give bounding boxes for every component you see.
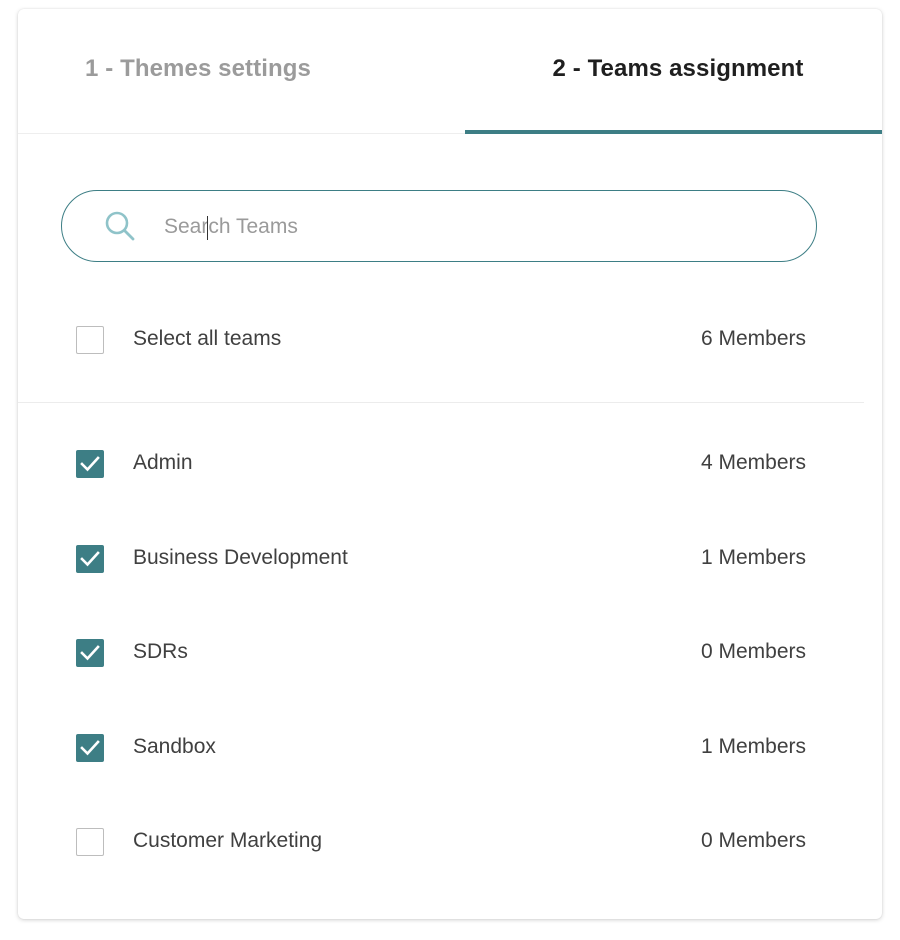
tab-teams-assignment[interactable]: 2 - Teams assignment [450,9,882,134]
search-icon [104,210,136,242]
team-row-sandbox[interactable]: Sandbox 1 Members [18,729,882,769]
select-all-count: 6 Members [700,327,806,350]
check-icon [80,456,100,472]
search-input[interactable] [162,205,766,249]
team-member-count: 0 Members [700,640,806,663]
tab-themes-settings[interactable]: 1 - Themes settings [18,9,450,133]
team-member-count: 1 Members [700,546,806,569]
team-checkbox-sdrs[interactable] [76,639,104,667]
team-row-business-development[interactable]: Business Development 1 Members [18,540,882,580]
team-row-customer-marketing[interactable]: Customer Marketing 0 Members [18,823,882,863]
tab-themes-settings-label: 1 - Themes settings [85,55,311,82]
active-tab-indicator [465,130,882,134]
team-member-count: 4 Members [700,451,806,474]
team-row-admin[interactable]: Admin 4 Members [18,445,882,485]
team-label: SDRs [133,640,188,663]
team-checkbox-business-development[interactable] [76,545,104,573]
teams-assignment-card: 1 - Themes settings 2 - Teams assignment… [18,9,882,919]
tab-teams-assignment-label: 2 - Teams assignment [552,55,804,82]
team-label: Business Development [133,546,348,569]
divider [18,402,864,403]
check-icon [80,740,100,756]
search-box[interactable] [61,190,817,262]
team-checkbox-customer-marketing[interactable] [76,828,104,856]
text-caret [207,216,208,240]
team-row-sdrs[interactable]: SDRs 0 Members [18,634,882,674]
select-all-label: Select all teams [133,327,282,350]
select-all-checkbox[interactable] [76,326,104,354]
team-label: Customer Marketing [133,829,323,852]
team-label: Sandbox [133,735,216,758]
select-all-row[interactable]: Select all teams 6 Members [18,321,882,361]
team-label: Admin [133,451,193,474]
team-member-count: 1 Members [700,735,806,758]
team-member-count: 0 Members [700,829,806,852]
step-tabs: 1 - Themes settings 2 - Teams assignment [18,9,882,134]
team-checkbox-sandbox[interactable] [76,734,104,762]
team-checkbox-admin[interactable] [76,450,104,478]
check-icon [80,551,100,567]
check-icon [80,645,100,661]
